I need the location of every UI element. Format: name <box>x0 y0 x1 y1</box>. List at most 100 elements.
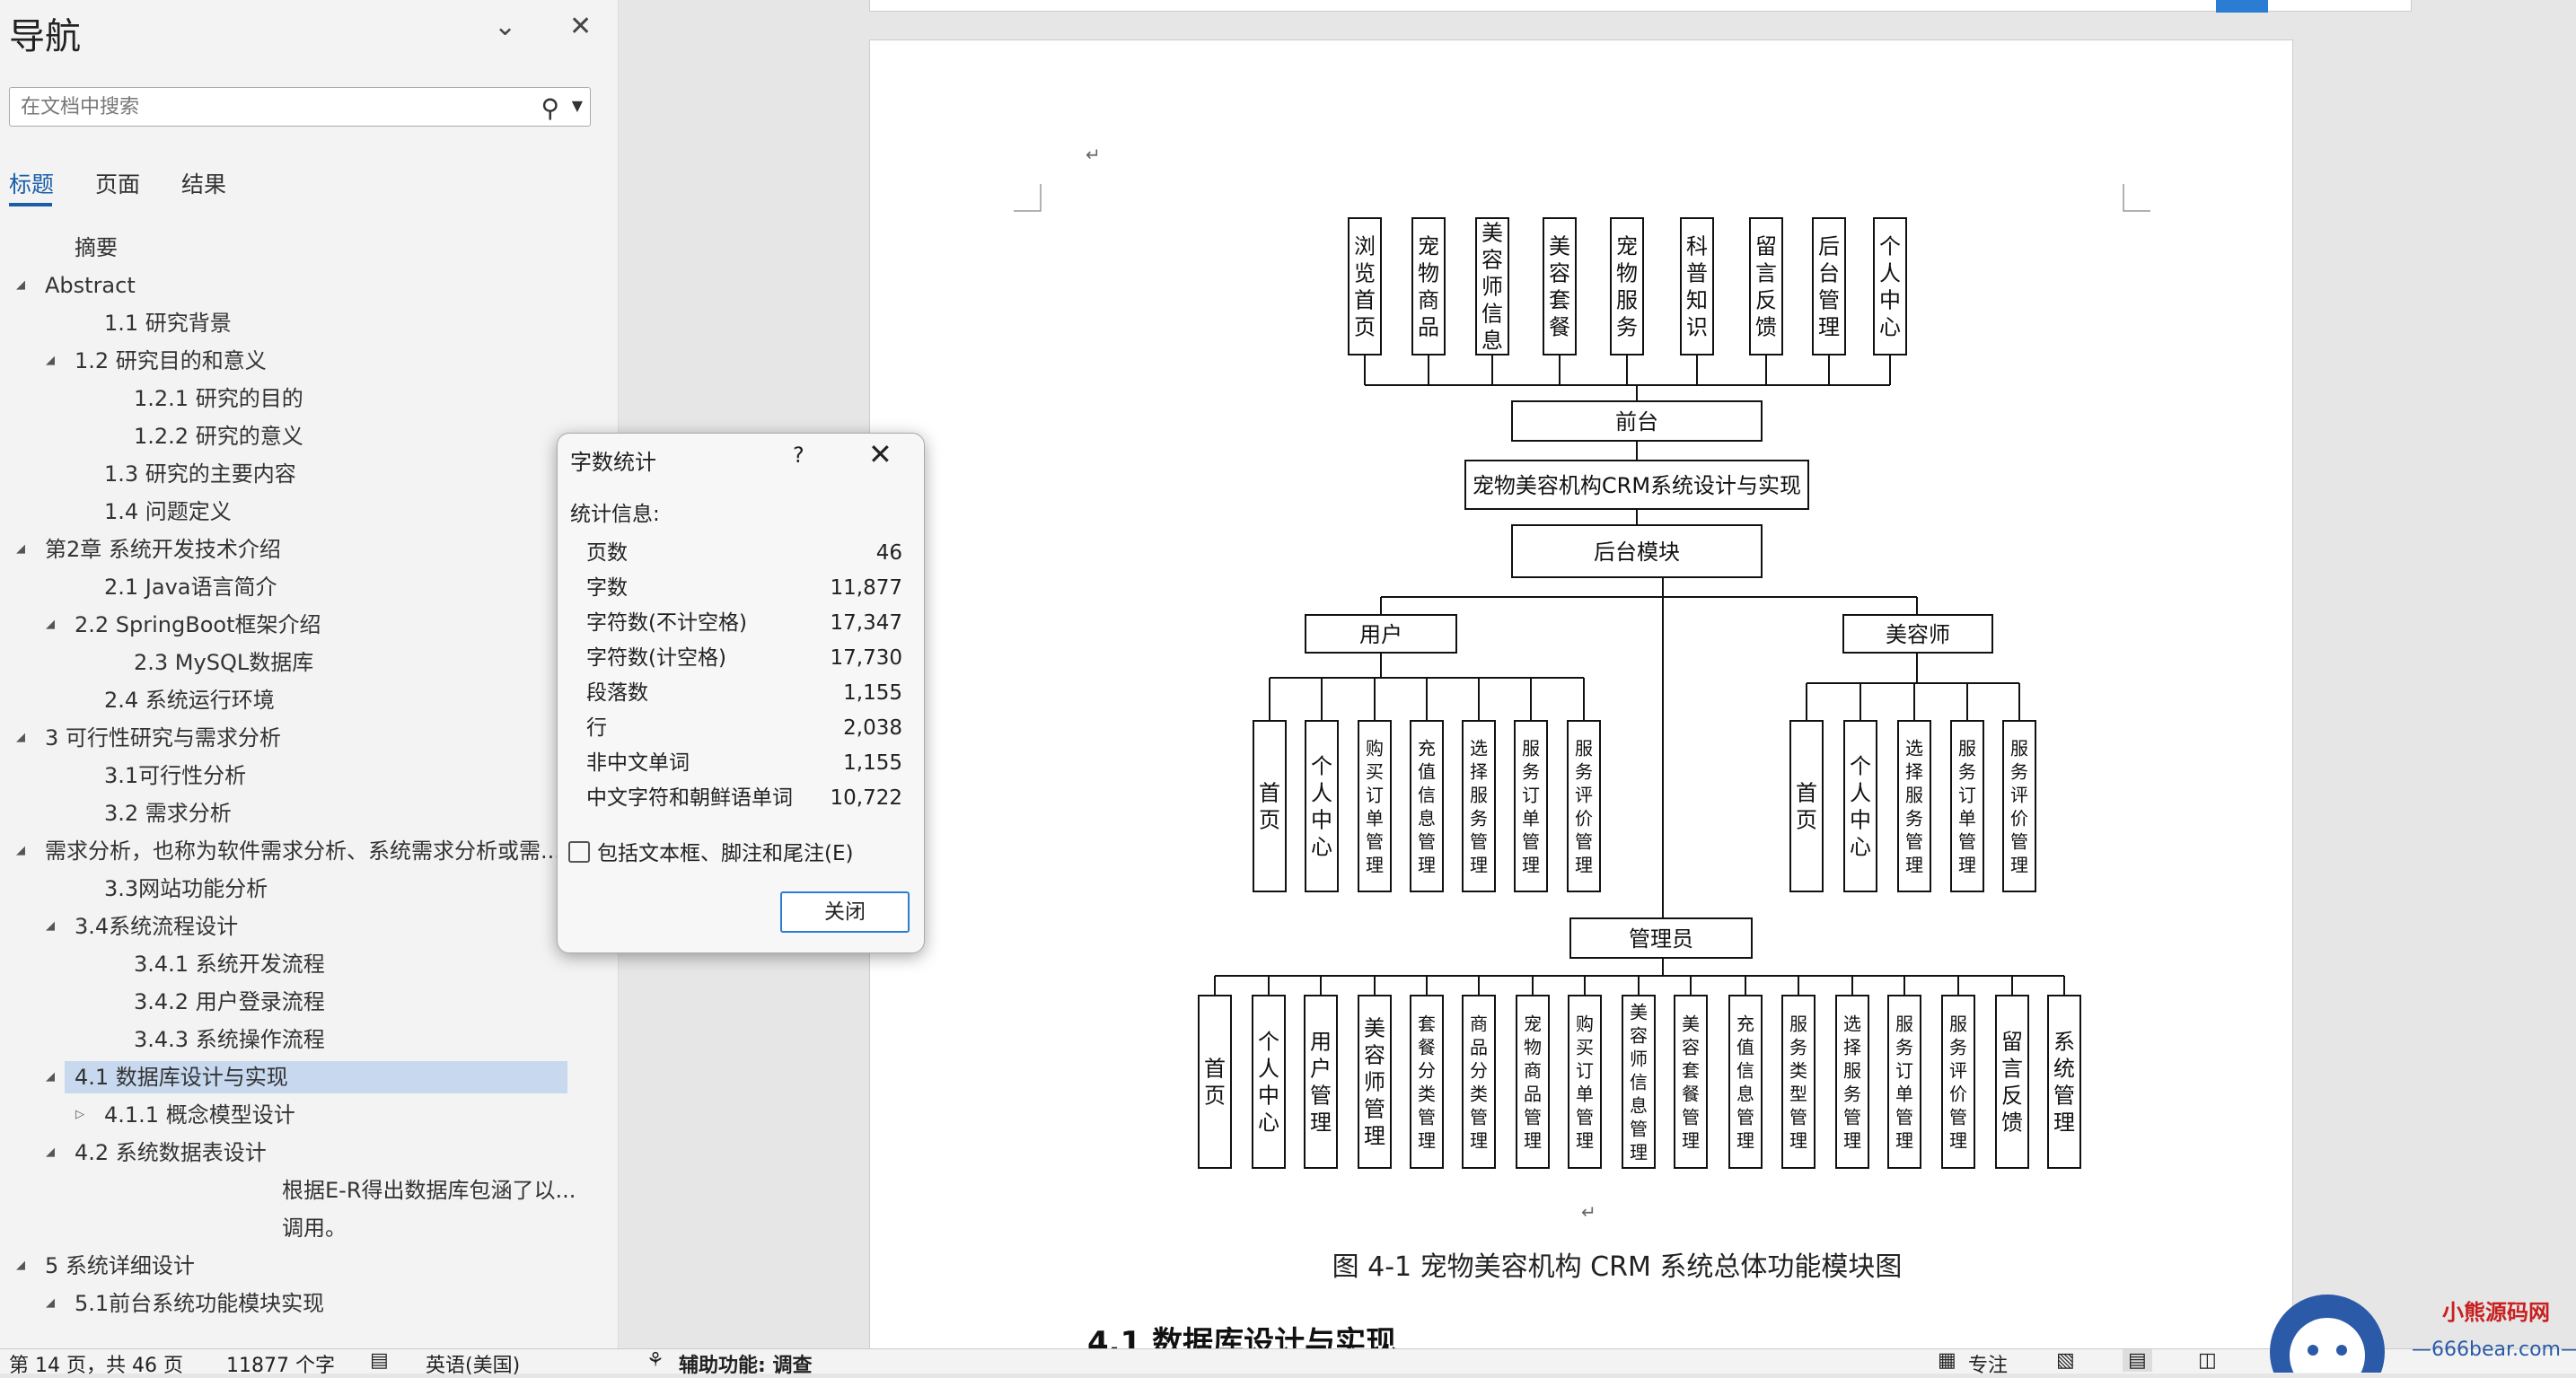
web-layout-icon[interactable]: ◫ <box>2198 1349 2217 1372</box>
nav-heading-item[interactable]: 3.4.2 用户登录流程 <box>0 986 611 1018</box>
page-count[interactable]: 第 14 页，共 46 页 <box>9 1349 183 1378</box>
module-box <box>1252 995 1286 1169</box>
module-label: 前台 <box>1615 409 1658 434</box>
expand-arrow-icon[interactable]: ◢ <box>46 609 55 641</box>
search-icon[interactable]: ⚲ <box>541 93 559 123</box>
nav-heading-item[interactable]: ▷ 4.1.1 概念模型设计 <box>0 1099 611 1131</box>
nav-heading-label: 1.4 问题定义 <box>104 499 232 524</box>
stat-value: 11,877 <box>830 576 902 600</box>
nav-heading-item[interactable]: ◢ 1.2 研究目的和意义 <box>0 345 611 377</box>
nav-heading-item[interactable]: 3.4.1 系统开发流程 <box>0 948 611 980</box>
nav-heading-label: 调用。 <box>282 1216 347 1241</box>
nav-heading-item[interactable]: ◢ 3 可行性研究与需求分析 <box>0 722 611 754</box>
active-tab-indicator <box>9 203 52 206</box>
nav-heading-item[interactable]: ◢ 第2章 系统开发技术介绍 <box>0 533 611 566</box>
nav-heading-item[interactable]: 2.1 Java语言简介 <box>0 571 611 603</box>
nav-heading-label: Abstract <box>45 273 136 298</box>
stat-row: 字符数(计空格) 17,730 <box>586 641 902 675</box>
print-layout-icon[interactable]: ▤ <box>2123 1349 2152 1372</box>
nav-heading-item[interactable]: ◢ 4.2 系统数据表设计 <box>0 1137 611 1169</box>
module-box <box>2047 995 2081 1169</box>
nav-heading-item[interactable]: 2.3 MySQL数据库 <box>0 646 611 679</box>
nav-heading-item[interactable]: ◢ 4.1 数据库设计与实现 <box>46 1061 567 1093</box>
nav-heading-item[interactable]: 3.1可行性分析 <box>0 759 611 792</box>
nav-heading-item[interactable]: 3.3网站功能分析 <box>0 873 611 905</box>
nav-heading-item[interactable]: ◢ 5 系统详细设计 <box>0 1250 611 1282</box>
nav-heading-item[interactable]: ◢ Abstract <box>0 269 611 302</box>
dropdown-icon[interactable]: ▼ <box>572 97 583 114</box>
figure-caption: 图 4-1 宠物美容机构 CRM 系统总体功能模块图 <box>1332 1251 1903 1283</box>
nav-heading-item[interactable]: ◢ 2.2 SpringBoot框架介绍 <box>0 609 611 641</box>
stat-row: 字数 11,877 <box>586 571 902 605</box>
accessibility-status[interactable]: 辅助功能: 调查 <box>679 1349 812 1378</box>
accessibility-icon[interactable]: ⚘ <box>646 1349 664 1372</box>
share-button[interactable] <box>2216 0 2268 13</box>
nav-heading-item[interactable]: 3.2 需求分析 <box>0 797 611 829</box>
nav-heading-label: 第2章 系统开发技术介绍 <box>45 537 281 562</box>
nav-heading-label: 1.2.1 研究的目的 <box>134 386 303 411</box>
nav-heading-item[interactable]: 根据E-R得出数据库包涵了以... <box>0 1174 611 1207</box>
tab-pages[interactable]: 页面 <box>95 167 140 199</box>
nav-heading-label: 摘要 <box>75 235 118 260</box>
language[interactable]: 英语(美国) <box>426 1349 520 1378</box>
nav-heading-item[interactable]: ◢ 5.1前台系统功能模块实现 <box>0 1287 611 1320</box>
checkbox-icon[interactable] <box>568 841 590 863</box>
word-count[interactable]: 11877 个字 <box>226 1349 335 1378</box>
read-mode-icon[interactable]: ▧ <box>2056 1349 2075 1372</box>
nav-heading-label: 2.4 系统运行环境 <box>104 688 275 713</box>
nav-heading-item[interactable]: 1.2.2 研究的意义 <box>0 420 611 452</box>
expand-arrow-icon[interactable]: ◢ <box>16 269 25 302</box>
nav-heading-item[interactable]: ◢ 3.4系统流程设计 <box>0 910 611 943</box>
module-box <box>1995 995 2029 1169</box>
focus-mode[interactable]: 专注 <box>1968 1349 2008 1378</box>
expand-arrow-icon[interactable]: ◢ <box>16 722 25 754</box>
logo-url: —666bear.com— <box>2412 1339 2576 1361</box>
stat-row: 段落数 1,155 <box>586 676 902 710</box>
stat-label: 中文字符和朝鲜语单词 <box>586 786 793 810</box>
nav-heading-item[interactable]: 1.2.1 研究的目的 <box>0 382 611 415</box>
focus-icon[interactable]: ▦ <box>1938 1349 1956 1372</box>
nav-heading-item[interactable]: ◢ 需求分析，也称为软件需求分析、系统需求分析或需... <box>0 835 611 867</box>
help-button[interactable]: ? <box>793 443 804 468</box>
tab-headings[interactable]: 标题 <box>9 167 54 199</box>
expand-arrow-icon[interactable]: ◢ <box>46 910 55 943</box>
nav-heading-label: 3 可行性研究与需求分析 <box>45 725 281 750</box>
search-input[interactable] <box>19 93 525 120</box>
nav-title: 导航 <box>9 16 81 57</box>
expand-arrow-icon[interactable]: ◢ <box>16 533 25 566</box>
nav-heading-item[interactable]: 2.4 系统运行环境 <box>0 684 611 716</box>
close-icon[interactable]: ✕ <box>868 437 892 471</box>
expand-arrow-icon[interactable]: ◢ <box>46 1061 55 1093</box>
module-label: 美容师信息管理 <box>1630 1001 1648 1163</box>
close-button[interactable]: 关闭 <box>780 891 910 933</box>
document-page: 浏览首页 宠物商品 美容师信息 美容套餐 宠物服务 科普知识 留言反馈 后台管理 个人中心 前台宠… <box>869 39 2293 1361</box>
chevron-down-icon[interactable]: ⌄ <box>494 11 516 42</box>
stat-value: 17,347 <box>830 611 902 635</box>
dialog-title: 字数统计 <box>570 450 656 475</box>
stat-label: 非中文单词 <box>586 751 690 775</box>
nav-heading-item[interactable]: 调用。 <box>0 1212 611 1244</box>
tab-results[interactable]: 结果 <box>181 167 226 199</box>
proofing-icon[interactable]: ▤ <box>370 1349 389 1372</box>
expand-arrow-icon[interactable]: ◢ <box>46 345 55 377</box>
stat-value: 1,155 <box>843 681 902 705</box>
module-label: 美容师 <box>1886 622 1950 647</box>
function-module-diagram: 浏览首页宠物商品美容师信息美容套餐宠物服务科普知识留言反馈后台管理个人中心前台宠… <box>1014 144 2150 1361</box>
include-textbox-checkbox[interactable]: 包括文本框、脚注和尾注(E) <box>568 836 853 866</box>
status-bar: 第 14 页，共 46 页 11877 个字 ▤ 英语(美国) ⚘ 辅助功能: … <box>0 1348 2576 1377</box>
nav-heading-item[interactable]: 1.4 问题定义 <box>0 496 611 528</box>
stat-row: 页数 46 <box>586 536 902 570</box>
stat-row: 中文字符和朝鲜语单词 10,722 <box>586 781 902 815</box>
nav-heading-item[interactable]: 1.1 研究背景 <box>0 307 611 339</box>
close-icon[interactable]: ✕ <box>569 11 592 42</box>
collapse-arrow-icon[interactable]: ▷ <box>75 1099 84 1131</box>
expand-arrow-icon[interactable]: ◢ <box>16 1250 25 1282</box>
nav-heading-item[interactable]: 1.3 研究的主要内容 <box>0 458 611 490</box>
expand-arrow-icon[interactable]: ◢ <box>46 1287 55 1320</box>
nav-heading-item[interactable]: 3.4.3 系统操作流程 <box>0 1023 611 1056</box>
nav-heading-label: 4.1.1 概念模型设计 <box>104 1102 295 1128</box>
expand-arrow-icon[interactable]: ◢ <box>46 1137 55 1169</box>
corner-mark <box>2123 184 2150 212</box>
nav-heading-item[interactable]: 摘要 <box>0 232 611 264</box>
expand-arrow-icon[interactable]: ◢ <box>16 835 25 867</box>
